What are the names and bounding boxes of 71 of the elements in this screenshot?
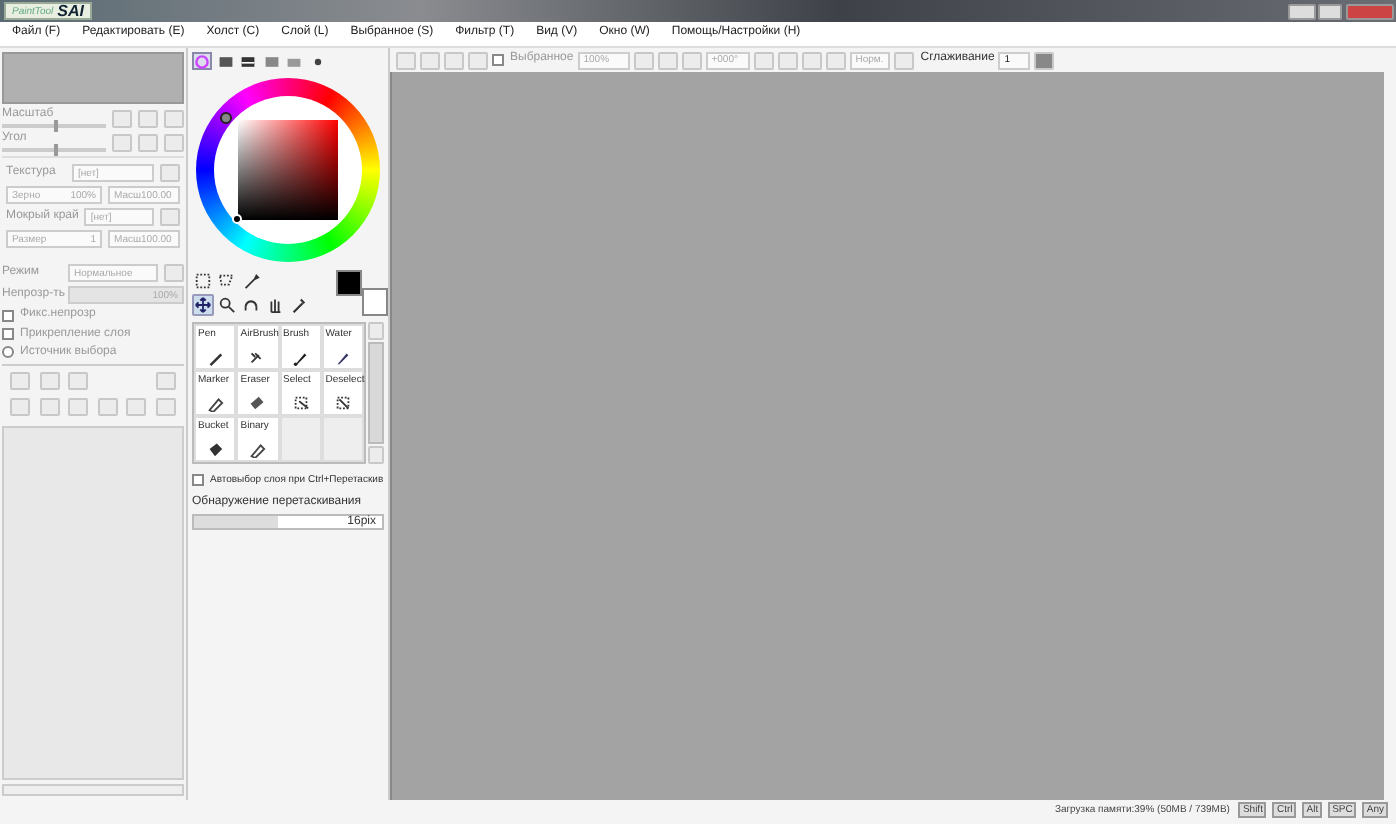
layer-button[interactable] [155,371,176,390]
tool-button[interactable] [216,270,238,292]
pen-icon [206,348,225,366]
toolbar-button[interactable] [777,51,798,69]
layer-button[interactable] [97,397,118,416]
color-mode-tab[interactable] [215,52,235,70]
marker-icon [206,394,225,412]
secondary-color-swatch[interactable] [362,288,388,316]
layer-button[interactable] [155,397,176,416]
selection-icon [194,272,212,290]
selection-checkbox[interactable] [492,54,504,66]
layer-button[interactable] [39,371,60,390]
toolbar-button[interactable] [801,51,822,69]
layer-button[interactable] [68,397,89,416]
toolbar-button[interactable] [825,51,846,69]
scroll-button[interactable] [368,446,384,464]
toolbar-button[interactable] [753,51,774,69]
circle-icon [309,53,325,69]
airbrush-icon [248,348,267,366]
toolbar-button[interactable] [633,51,654,69]
dropdown-button[interactable] [160,164,180,183]
layer-button[interactable] [68,371,89,390]
brush-icon [333,348,352,366]
wand-icon [242,272,260,290]
dropdown-button[interactable] [164,264,184,283]
checkbox[interactable] [2,309,14,322]
toolbar-button[interactable] [893,51,914,69]
tool-button[interactable] [216,294,238,316]
color-square[interactable] [238,120,338,220]
primary-color-swatch[interactable] [336,270,362,296]
move-icon [194,296,212,314]
lasso-icon [218,272,236,290]
close-button[interactable] [1345,3,1393,19]
eyedropper-icon [290,296,308,314]
tool-button[interactable] [192,270,214,292]
radio-button[interactable] [2,346,14,359]
bucket-icon [206,440,225,458]
layer-button[interactable] [39,397,60,416]
color-wheel-icon [194,53,210,69]
layer-button[interactable] [126,397,147,416]
color-marker[interactable] [232,214,242,224]
tool-button[interactable] [288,294,310,316]
maximize-button[interactable] [1318,3,1342,19]
search-icon [218,296,236,314]
color-mode-tab[interactable] [261,52,281,70]
hue-marker[interactable] [220,112,232,124]
tool-button[interactable] [240,294,262,316]
pen-icon [248,440,267,458]
slider-icon [217,53,233,69]
brush-icon [291,348,310,366]
scroll-button[interactable] [368,322,384,340]
selection-icon [291,394,310,412]
toolbar-button[interactable] [657,51,678,69]
color-mode-tab[interactable] [238,52,258,70]
selection-icon [333,394,352,412]
slider-icon [263,53,279,69]
horizontal-scrollbar[interactable] [2,784,184,796]
checkbox[interactable] [192,474,204,486]
logo-title: SAI [57,1,85,21]
rotate-icon [242,296,260,314]
swatch-icon [286,53,302,69]
minimize-button[interactable] [1287,3,1315,19]
tool-button[interactable] [192,294,214,316]
color-mode-tab[interactable] [192,52,212,70]
slider-icon [240,53,256,69]
toolbar-button[interactable] [1034,51,1055,69]
checkbox[interactable] [2,328,14,341]
dropdown-button[interactable] [160,208,180,227]
navigator-slider[interactable] [2,124,106,129]
tool-button[interactable] [240,270,262,292]
toolbar-button[interactable] [681,51,702,69]
